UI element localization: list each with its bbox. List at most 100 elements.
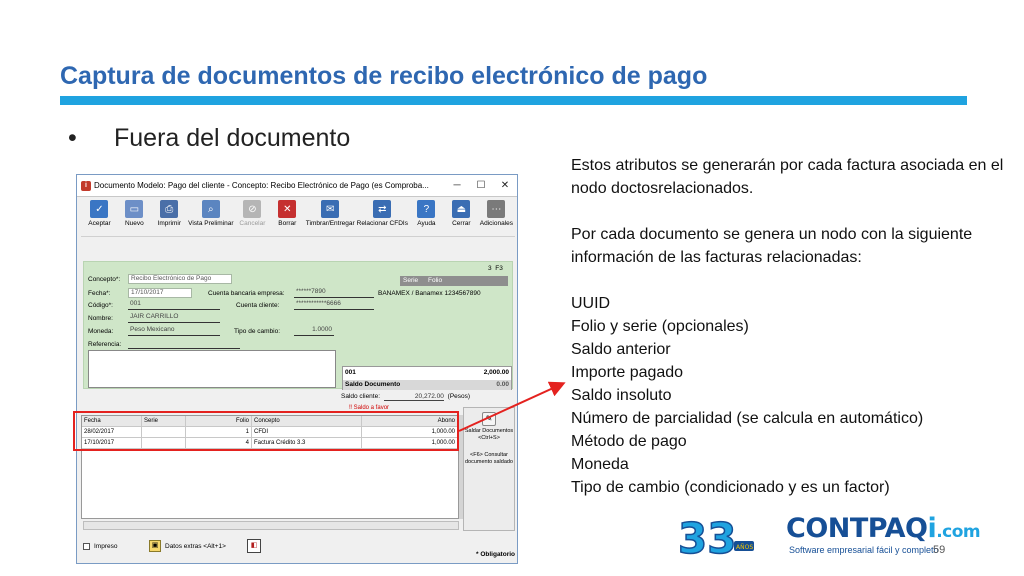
grid-horizontal-scrollbar[interactable] bbox=[83, 521, 459, 530]
maximize-icon[interactable]: ☐ bbox=[469, 180, 493, 191]
observaciones-textarea[interactable] bbox=[88, 350, 336, 388]
notes-paragraph-1: Estos atributos se generarán por cada fa… bbox=[571, 157, 1004, 197]
delete-icon: ✕ bbox=[278, 200, 297, 218]
folio-key: F3 bbox=[495, 265, 503, 272]
serie-label: Serie bbox=[403, 277, 419, 284]
notes-item: UUID bbox=[571, 295, 611, 312]
fecha-label: Fecha*: bbox=[88, 290, 111, 297]
saldo-cliente-label: Saldo cliente: bbox=[341, 393, 381, 400]
cuenta-cliente-field[interactable]: ************6666 bbox=[294, 300, 374, 310]
moneda-field[interactable]: Peso Mexicano bbox=[128, 326, 220, 336]
moneda-label: Moneda: bbox=[88, 328, 114, 335]
relate-cfdi-button[interactable]: ⇄ Relacionar CFDIs bbox=[357, 199, 408, 234]
bullet-item: • Fuera del documento bbox=[68, 124, 350, 153]
side-actions-panel: ✎ Saldar Documentos <Ctrl+S> <F6> Consul… bbox=[463, 407, 515, 531]
status-bar: Impreso ▣ Datos extras <Alt+1> ◧ * Oblig… bbox=[81, 537, 515, 563]
serie-folio-box: Serie Folio bbox=[400, 276, 508, 286]
logo-sub: AÑOS bbox=[736, 544, 753, 551]
page-number: 59 bbox=[933, 544, 946, 556]
referencia-field[interactable] bbox=[128, 339, 240, 349]
banco-value: BANAMEX / Banamex 1234567890 bbox=[378, 290, 481, 297]
folio-number: 3 F3 bbox=[488, 265, 503, 272]
printer-icon: ⎙ bbox=[160, 200, 179, 218]
notes-item: Tipo de cambio (condicionado y es un fac… bbox=[571, 479, 890, 496]
notes-item: Saldo anterior bbox=[571, 341, 671, 358]
concepto-label: Concepto*: bbox=[88, 276, 121, 283]
window-title: Documento Modelo: Pago del cliente - Con… bbox=[94, 181, 429, 190]
tipo-cambio-label: Tipo de cambio: bbox=[234, 328, 281, 335]
notes-item: Saldo insoluto bbox=[571, 387, 672, 404]
saldo-cliente-value: 20,272.00 bbox=[383, 393, 444, 401]
stamp-deliver-button[interactable]: ✉ Timbrar/Entregar bbox=[306, 199, 355, 234]
settle-documents-icon[interactable]: ✎ bbox=[482, 412, 496, 426]
preview-button[interactable]: ⌕ Vista Preliminar bbox=[188, 199, 234, 234]
minimize-icon[interactable]: ─ bbox=[445, 180, 469, 191]
logo-number: 33 bbox=[678, 515, 736, 559]
fecha-field[interactable]: 17/10/2017 bbox=[128, 288, 192, 298]
cuenta-empresa-label: Cuenta bancaria empresa: bbox=[208, 290, 285, 297]
preview-icon: ⌕ bbox=[201, 200, 220, 218]
nombre-field[interactable]: JAIR CARRILLO bbox=[128, 313, 220, 323]
new-button[interactable]: ▭ Nuevo bbox=[118, 199, 151, 234]
bullet-text: Fuera del documento bbox=[114, 124, 351, 152]
consultar-documento-button[interactable]: <F6> Consultar documento saldado bbox=[464, 452, 514, 466]
notes-panel: Estos atributos se generarán por cada fa… bbox=[571, 154, 1011, 499]
saldo-documento-label: Saldo Documento bbox=[345, 381, 401, 388]
codigo-label: Código*: bbox=[88, 302, 113, 309]
app-window: i Documento Modelo: Pago del cliente - C… bbox=[76, 174, 518, 564]
more-icon: ⋯ bbox=[487, 200, 506, 218]
saldar-documentos-button[interactable]: Saldar Documentos <Ctrl+S> bbox=[464, 428, 514, 442]
saldo-documento-value: 0.00 bbox=[496, 381, 509, 388]
total-row-code: 001 bbox=[345, 369, 356, 376]
delete-button[interactable]: ✕ Borrar bbox=[271, 199, 304, 234]
exit-icon: ⏏ bbox=[452, 200, 471, 218]
document-form: Concepto*: Recibo Electrónico de Pago Se… bbox=[83, 261, 513, 390]
notes-item: Moneda bbox=[571, 456, 629, 473]
folio-label: Folio bbox=[428, 277, 443, 284]
window-titlebar[interactable]: i Documento Modelo: Pago del cliente - C… bbox=[77, 175, 517, 197]
obligatorio-note: * Obligatorio bbox=[476, 551, 515, 558]
bullet-dot: • bbox=[68, 124, 77, 152]
slide-title: Captura de documentos de recibo electrón… bbox=[60, 62, 708, 90]
app-logo-icon: i bbox=[81, 180, 91, 191]
saldo-cliente-row: Saldo cliente: 20,272.00 (Pesos) bbox=[341, 393, 470, 401]
tipo-cambio-field[interactable]: 1.0000 bbox=[294, 326, 334, 336]
notes-item: Importe pagado bbox=[571, 364, 684, 381]
notes-item: Método de pago bbox=[571, 433, 687, 450]
additional-button[interactable]: ⋯ Adicionales bbox=[480, 199, 513, 234]
referencia-label: Referencia: bbox=[88, 341, 122, 348]
print-button[interactable]: ⎙ Imprimir bbox=[153, 199, 186, 234]
concepto-field[interactable]: Recibo Electrónico de Pago bbox=[128, 274, 232, 284]
toolbar: ✓ Aceptar ▭ Nuevo ⎙ Imprimir ⌕ Vista Prelimi… bbox=[81, 197, 515, 237]
contpaqi-app-icon[interactable]: ◧ bbox=[247, 539, 261, 553]
notes-item: Número de parcialidad (se calcula en aut… bbox=[571, 410, 924, 427]
check-icon: ✓ bbox=[90, 200, 109, 218]
stamp-icon: ✉ bbox=[321, 200, 340, 218]
impreso-checkbox[interactable] bbox=[83, 543, 90, 550]
codigo-field[interactable]: 001 bbox=[128, 300, 220, 310]
impreso-label: Impreso bbox=[94, 543, 118, 550]
close-form-button[interactable]: ⏏ Cerrar bbox=[445, 199, 478, 234]
nombre-label: Nombre: bbox=[88, 315, 113, 322]
highlight-rectangle bbox=[73, 411, 459, 451]
help-icon: ? bbox=[417, 200, 436, 218]
accept-button[interactable]: ✓ Aceptar bbox=[83, 199, 116, 234]
notes-paragraph-2: Por cada documento se genera un nodo con… bbox=[571, 226, 973, 266]
saldo-cliente-currency: (Pesos) bbox=[447, 393, 471, 400]
datos-extras-label[interactable]: Datos extras <Alt+1> bbox=[165, 543, 226, 550]
cancel-button[interactable]: ⊘ Cancelar bbox=[236, 199, 269, 234]
extra-data-icon[interactable]: ▣ bbox=[149, 540, 161, 552]
title-underline-bar bbox=[60, 96, 967, 105]
close-icon[interactable]: ✕ bbox=[493, 180, 517, 191]
cancel-icon: ⊘ bbox=[243, 200, 262, 218]
anniversary-logo: 33 AÑOS bbox=[677, 515, 754, 559]
contpaqi-logo: CONTPAQi.com bbox=[786, 513, 981, 544]
cuenta-cliente-label: Cuenta cliente: bbox=[236, 302, 280, 309]
link-cfdi-icon: ⇄ bbox=[373, 200, 392, 218]
brand-tagline: Software empresarial fácil y completo bbox=[789, 545, 939, 555]
notes-item: Folio y serie (opcionales) bbox=[571, 318, 749, 335]
help-button[interactable]: ? Ayuda bbox=[410, 199, 443, 234]
totals-box: 001 2,000.00 Saldo Documento 0.00 bbox=[342, 366, 512, 390]
cuenta-empresa-field[interactable]: ******7890 bbox=[294, 288, 374, 298]
total-row-amount: 2,000.00 bbox=[483, 369, 509, 376]
